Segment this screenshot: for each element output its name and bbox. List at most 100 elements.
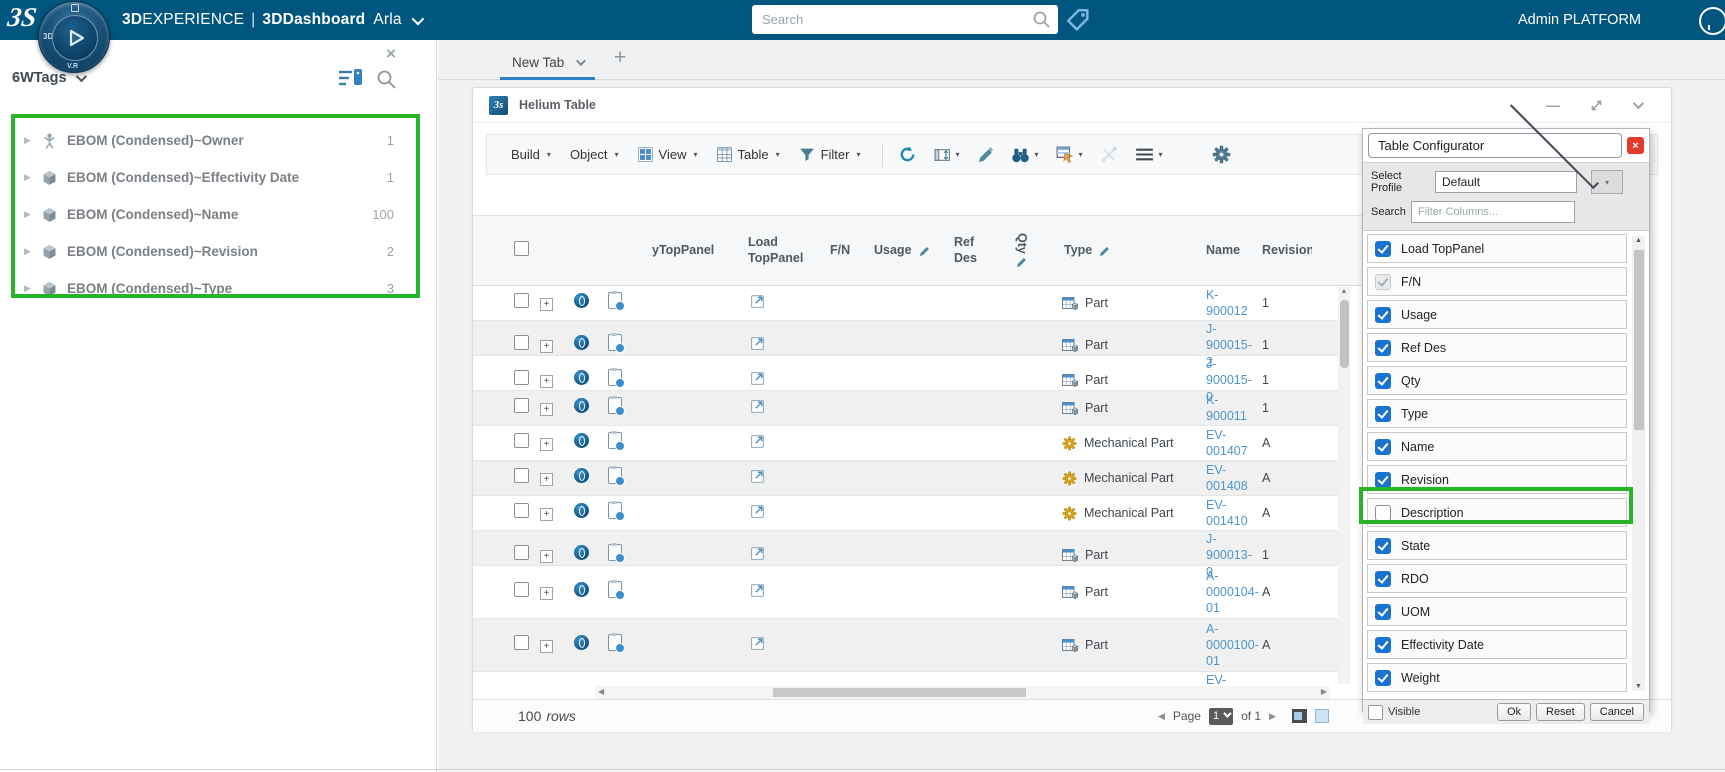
row-checkbox[interactable] xyxy=(514,398,529,413)
column-option[interactable]: Qty xyxy=(1367,366,1627,395)
build-menu[interactable]: Build ▾ xyxy=(511,147,551,162)
name-link[interactable]: A- 0000104- 01 xyxy=(1192,568,1259,617)
expand-row-icon[interactable]: + xyxy=(540,473,553,486)
column-option[interactable]: Name xyxy=(1367,432,1627,461)
open-3dexperience-icon[interactable] xyxy=(574,582,589,597)
refresh-button[interactable] xyxy=(898,145,917,164)
clipboard-collect-icon[interactable] xyxy=(608,431,625,451)
configurator-scrollbar[interactable]: ▲ ▼ xyxy=(1632,236,1645,691)
open-panel-icon[interactable] xyxy=(750,503,766,519)
profile-select[interactable]: Default xyxy=(1435,171,1577,193)
filter-menu[interactable]: Filter ▾ xyxy=(799,147,861,162)
assistant-icon[interactable] xyxy=(1699,7,1725,35)
expand-row-icon[interactable]: + xyxy=(540,438,553,451)
column-option[interactable]: RDO xyxy=(1367,564,1627,593)
column-checkbox[interactable] xyxy=(1375,372,1391,389)
horizontal-scrollbar[interactable]: ◀ ▶ xyxy=(595,686,1330,699)
open-3dexperience-icon[interactable] xyxy=(574,370,589,386)
minimize-widget-icon[interactable]: — xyxy=(1546,97,1560,113)
open-panel-icon[interactable] xyxy=(750,545,766,561)
table-row[interactable]: + Mechani xyxy=(473,496,1338,531)
tag-tree-item[interactable]: ▶ EBOM (Condensed)~Type 3 xyxy=(0,270,424,307)
row-checkbox[interactable] xyxy=(514,582,529,597)
clipboard-collect-icon[interactable] xyxy=(608,291,625,311)
column-checkbox[interactable] xyxy=(1375,669,1391,686)
table-menu[interactable]: Table ▾ xyxy=(716,147,780,162)
name-link[interactable]: EV- 001407 xyxy=(1192,427,1256,460)
row-checkbox[interactable] xyxy=(514,370,529,386)
search-tags-icon[interactable] xyxy=(376,69,397,95)
expand-row-icon[interactable]: + xyxy=(540,550,553,564)
table-row[interactable]: + Part xyxy=(473,391,1338,426)
column-option[interactable]: State xyxy=(1367,531,1627,560)
expand-arrow-icon[interactable]: ▶ xyxy=(24,135,42,146)
page-select[interactable]: 1 xyxy=(1208,707,1234,725)
open-panel-icon[interactable] xyxy=(750,468,766,484)
close-panel-icon[interactable]: × xyxy=(386,44,396,64)
menu-button[interactable]: ▾ xyxy=(1135,147,1163,162)
close-configurator-button[interactable]: × xyxy=(1627,137,1644,154)
filter-columns-input[interactable] xyxy=(1411,201,1575,223)
object-menu[interactable]: Object ▾ xyxy=(570,147,619,162)
open-panel-icon[interactable] xyxy=(750,635,766,651)
open-panel-icon[interactable] xyxy=(750,370,766,386)
column-option[interactable]: Usage xyxy=(1367,300,1627,329)
expand-arrow-icon[interactable]: ▶ xyxy=(24,172,42,183)
tag-tree-item[interactable]: ▶ EBOM (Condensed)~Name 100 xyxy=(0,196,424,233)
sort-filter-icon[interactable] xyxy=(338,66,364,97)
column-option[interactable]: Effectivity Date xyxy=(1367,630,1627,659)
search-input[interactable] xyxy=(752,5,1058,34)
column-option[interactable]: Ref Des xyxy=(1367,333,1627,362)
table-row[interactable]: + Mechani xyxy=(473,461,1338,496)
header-load-toppanel[interactable]: Load TopPanel xyxy=(736,235,826,266)
settings-button[interactable] xyxy=(1212,145,1231,164)
ok-button[interactable]: Ok xyxy=(1496,703,1531,721)
table-row[interactable]: + Part xyxy=(473,531,1338,579)
clipboard-collect-icon[interactable] xyxy=(608,633,625,653)
column-checkbox[interactable] xyxy=(1375,570,1391,587)
row-checkbox[interactable] xyxy=(514,335,529,351)
scroll-up-icon[interactable]: ▲ xyxy=(1632,237,1645,244)
header-qty[interactable]: Qty xyxy=(994,233,1048,269)
table-row[interactable]: + Part xyxy=(473,619,1338,672)
header-fn[interactable]: F/N xyxy=(826,243,862,259)
expand-arrow-icon[interactable]: ▶ xyxy=(24,283,42,294)
column-checkbox[interactable] xyxy=(1375,603,1391,620)
open-panel-icon[interactable] xyxy=(750,398,766,414)
scroll-left-icon[interactable]: ◀ xyxy=(598,687,604,696)
expand-row-icon[interactable]: + xyxy=(540,508,553,521)
column-checkbox[interactable] xyxy=(1375,405,1391,422)
column-checkbox[interactable] xyxy=(1375,273,1391,290)
expand-widget-icon[interactable] xyxy=(1589,98,1604,113)
open-3dexperience-icon[interactable] xyxy=(574,468,589,483)
column-option[interactable]: UOM xyxy=(1367,597,1627,626)
column-checkbox[interactable] xyxy=(1375,504,1391,521)
open-panel-icon[interactable] xyxy=(750,293,766,309)
header-usage[interactable]: Usage xyxy=(862,243,932,259)
column-checkbox[interactable] xyxy=(1375,471,1391,488)
row-checkbox[interactable] xyxy=(514,503,529,518)
row-checkbox[interactable] xyxy=(514,293,529,308)
previous-page-icon[interactable]: ◀ xyxy=(1158,711,1165,722)
name-link[interactable]: EV- 001410 xyxy=(1192,497,1256,530)
table-row[interactable]: + Part xyxy=(473,356,1338,404)
column-checkbox[interactable] xyxy=(1375,438,1391,455)
open-panel-icon[interactable] xyxy=(750,335,766,351)
open-3dexperience-icon[interactable] xyxy=(574,545,589,561)
cancel-button[interactable]: Cancel xyxy=(1589,703,1644,721)
mass-update-button[interactable]: ▾ xyxy=(1056,146,1083,163)
next-page-icon[interactable]: ▶ xyxy=(1269,711,1276,722)
clipboard-collect-icon[interactable] xyxy=(608,466,625,486)
column-panel-button[interactable]: ▾ xyxy=(934,147,960,163)
column-checkbox[interactable] xyxy=(1375,306,1391,323)
column-option[interactable]: F/N xyxy=(1367,267,1627,296)
expand-row-icon[interactable]: + xyxy=(540,403,553,416)
view-menu[interactable]: View ▾ xyxy=(637,147,698,162)
table-row[interactable]: + Mechani xyxy=(473,426,1338,461)
name-link[interactable]: K- 900012 xyxy=(1192,287,1256,320)
expand-row-icon[interactable]: + xyxy=(540,640,553,653)
row-checkbox[interactable] xyxy=(514,545,529,561)
expand-row-icon[interactable]: + xyxy=(540,375,553,389)
clipboard-collect-icon[interactable] xyxy=(608,368,625,389)
collapse-widget-icon[interactable] xyxy=(1632,97,1645,110)
